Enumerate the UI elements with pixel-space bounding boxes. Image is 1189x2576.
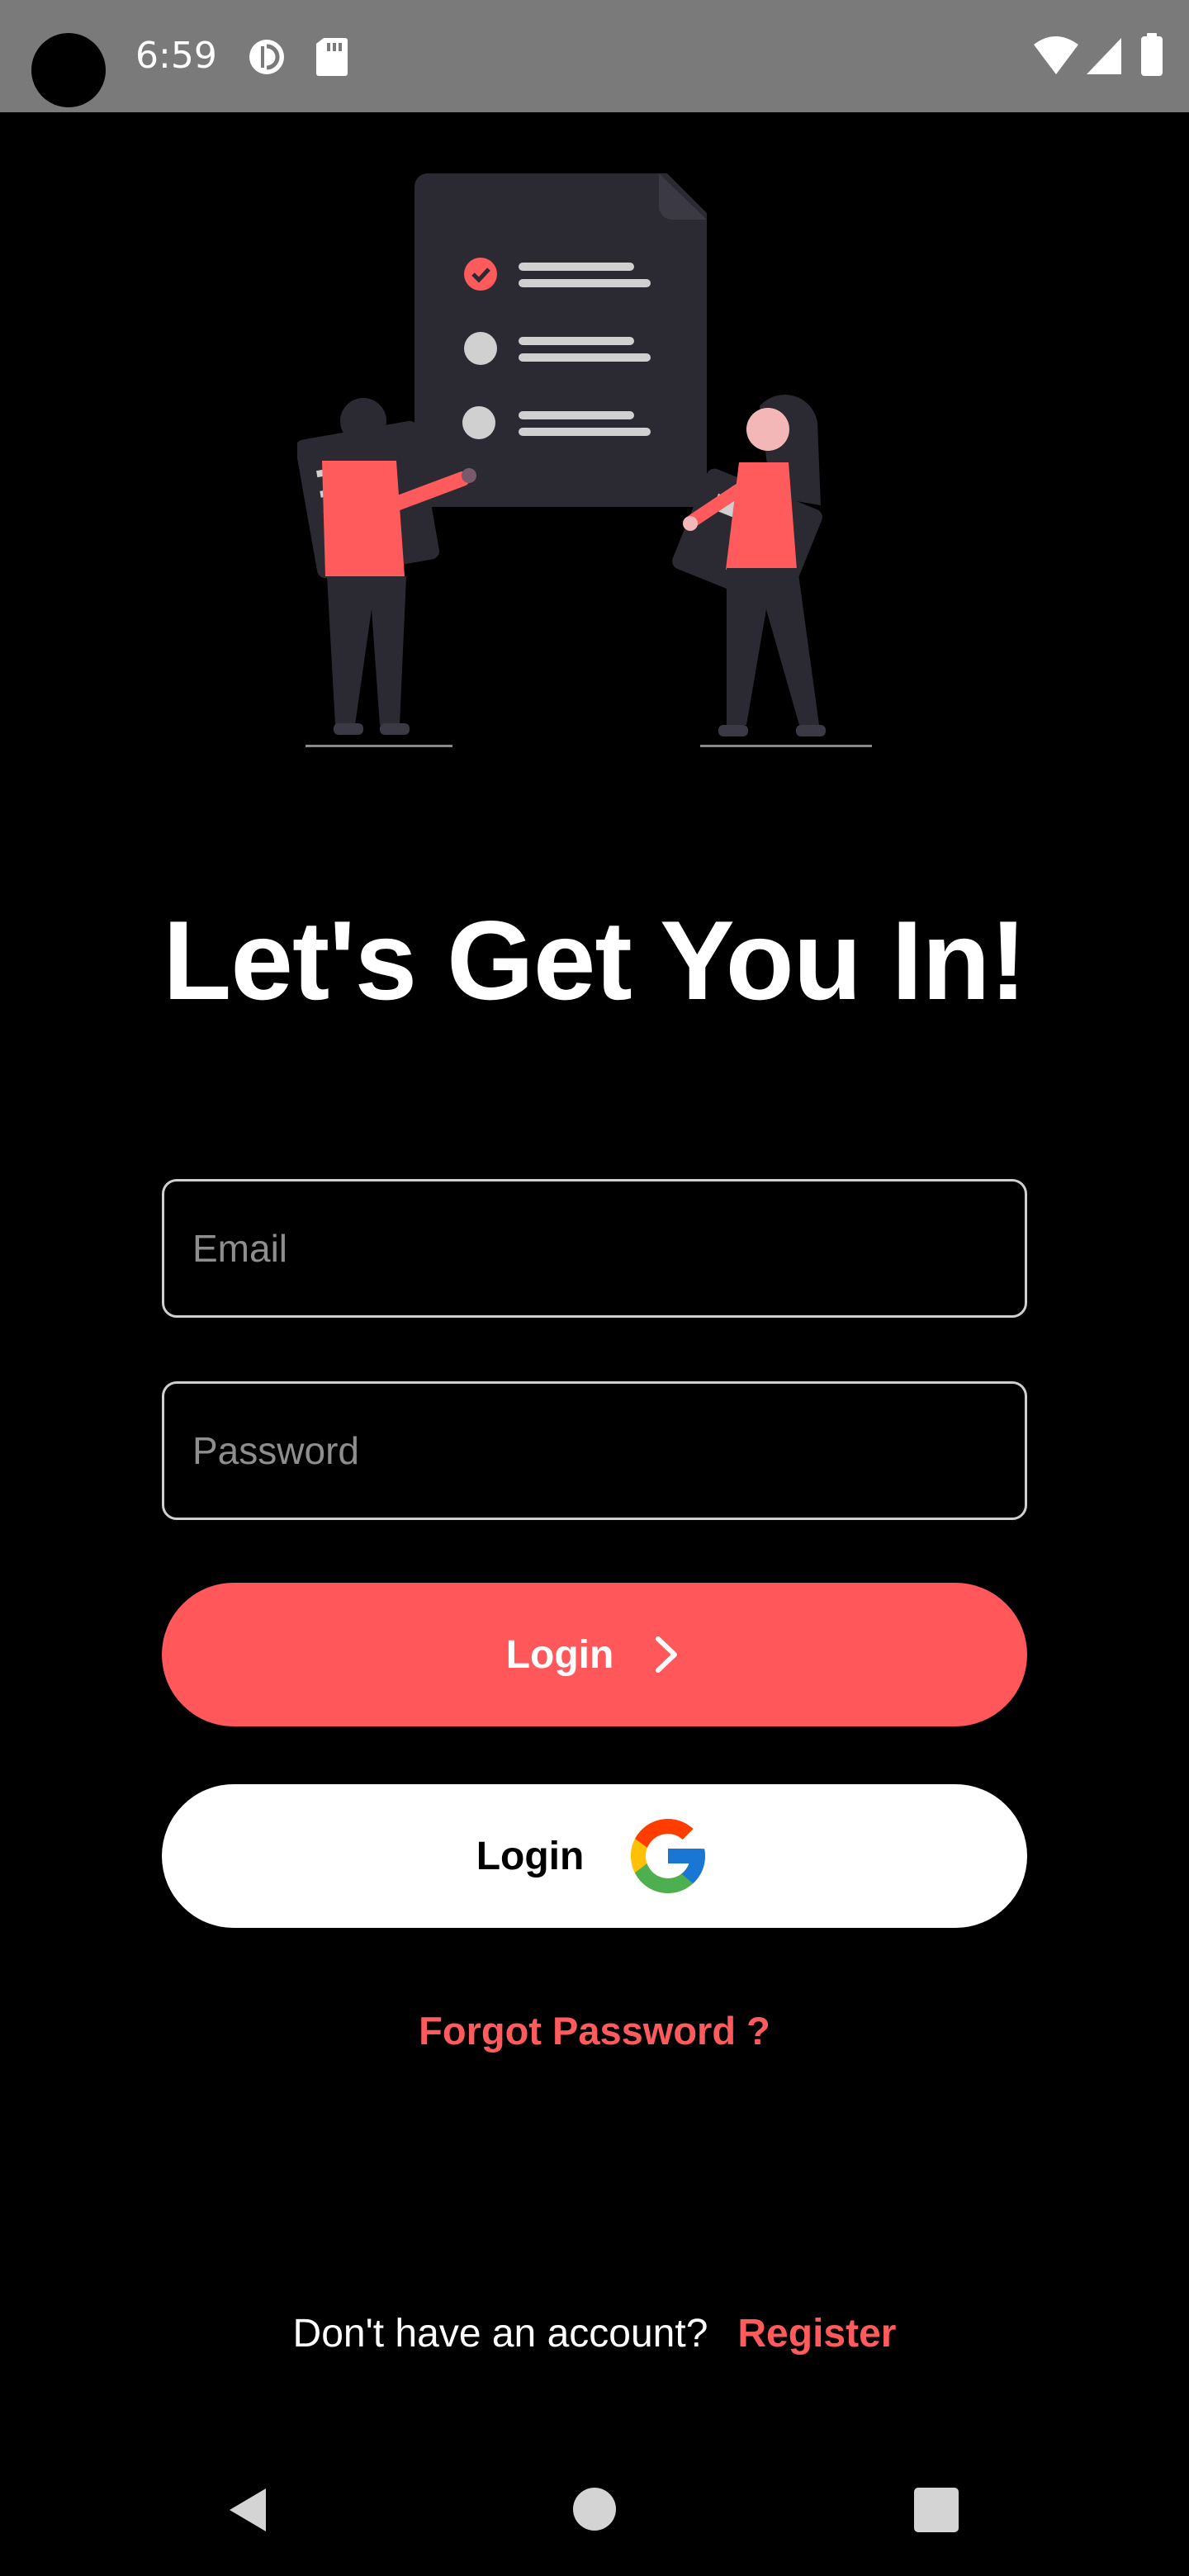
home-icon[interactable] bbox=[573, 2488, 616, 2531]
google-icon bbox=[631, 1819, 706, 1893]
google-login-label: Login bbox=[476, 1834, 585, 1878]
data-saver-icon bbox=[249, 40, 284, 74]
back-icon[interactable] bbox=[225, 2485, 271, 2535]
signal-icon bbox=[1087, 38, 1121, 74]
register-prompt: Don't have an account? bbox=[292, 2312, 708, 2356]
register-row: Don't have an account? Register bbox=[0, 2311, 1189, 2356]
status-time: 6:59 bbox=[135, 35, 217, 77]
chevron-right-icon bbox=[656, 1636, 678, 1673]
password-field[interactable] bbox=[162, 1381, 1027, 1520]
page-title: Let's Get You In! bbox=[163, 897, 1027, 1023]
email-field[interactable] bbox=[162, 1179, 1027, 1318]
google-login-button[interactable]: Login bbox=[162, 1784, 1027, 1928]
login-button[interactable]: Login bbox=[162, 1583, 1027, 1726]
password-input[interactable] bbox=[164, 1384, 1025, 1518]
login-button-label: Login bbox=[505, 1632, 614, 1677]
wifi-icon bbox=[1034, 36, 1078, 74]
recents-icon[interactable] bbox=[914, 2488, 959, 2532]
camera-dot bbox=[31, 33, 106, 107]
login-screen: 6:59 Let's Get You In! Email Login Login… bbox=[0, 0, 1189, 2576]
navigation-bar bbox=[0, 2460, 1189, 2576]
forgot-password-link[interactable]: Forgot Password ? bbox=[0, 2008, 1189, 2053]
checklist-people-illustration bbox=[297, 173, 872, 747]
status-bar: 6:59 bbox=[0, 0, 1189, 112]
sd-card-icon bbox=[316, 38, 348, 76]
email-input[interactable] bbox=[164, 1181, 1025, 1315]
register-link[interactable]: Register bbox=[737, 2312, 896, 2356]
system-status-icons bbox=[1034, 33, 1163, 76]
battery-icon bbox=[1141, 36, 1163, 76]
